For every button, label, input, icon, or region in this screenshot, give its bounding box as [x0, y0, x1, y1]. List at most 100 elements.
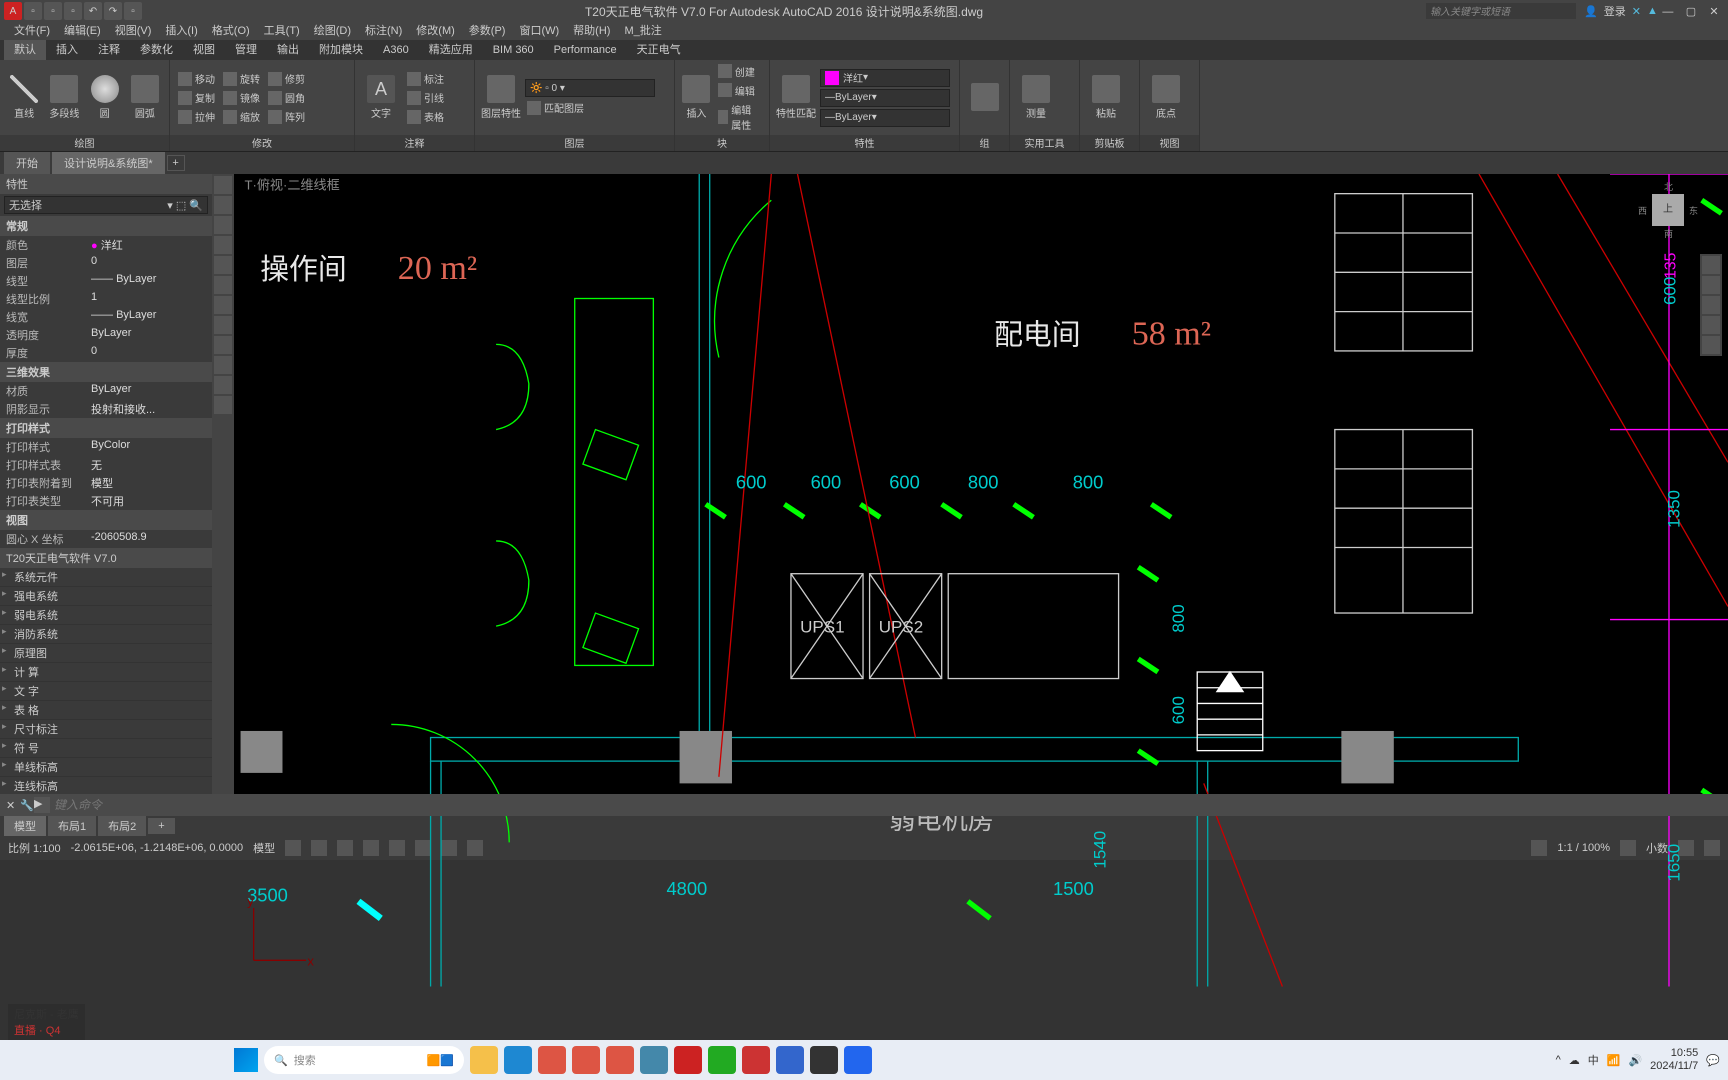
prop-ps[interactable]: ByColor: [91, 439, 206, 455]
prop-cx[interactable]: -2060508.9: [91, 531, 206, 547]
tray-onedrive-icon[interactable]: ☁: [1569, 1054, 1580, 1067]
app-baidu[interactable]: [844, 1046, 872, 1074]
menu-modify[interactable]: 修改(M): [410, 22, 461, 40]
prop-trans[interactable]: ByLayer: [91, 327, 206, 343]
pline-button[interactable]: 多段线: [46, 68, 82, 128]
paste-button[interactable]: 粘贴: [1086, 68, 1126, 128]
nav-orbit-icon[interactable]: [1702, 316, 1720, 334]
app-wps3[interactable]: [606, 1046, 634, 1074]
arc-button[interactable]: 圆弧: [127, 68, 163, 128]
command-line[interactable]: ✕ 🔧 ▶: [0, 794, 1728, 816]
prop-pst[interactable]: 无: [91, 457, 206, 473]
tab-a360[interactable]: A360: [373, 40, 419, 60]
prop-shadow[interactable]: 投射和接收...: [91, 401, 206, 417]
menu-draw[interactable]: 绘图(D): [308, 22, 357, 40]
tree-item[interactable]: 表 格: [0, 701, 212, 720]
prop-layer[interactable]: 0: [91, 255, 206, 271]
tray-volume-icon[interactable]: 🔊: [1628, 1054, 1642, 1067]
qat-save[interactable]: ▫: [64, 2, 82, 20]
tray-clock[interactable]: 10:55 2024/11/7: [1650, 1047, 1698, 1073]
linetype-dropdown[interactable]: — ByLayer ▾: [820, 109, 950, 127]
tray-chevron-icon[interactable]: ^: [1556, 1054, 1561, 1066]
tree-item[interactable]: 尺寸标注: [0, 720, 212, 739]
tray-wifi-icon[interactable]: 📶: [1607, 1054, 1621, 1067]
stretch-button[interactable]: 拉伸: [176, 108, 217, 125]
measure-button[interactable]: 测量: [1016, 68, 1056, 128]
taskbar-search[interactable]: 🔍 搜索 🟧🟦: [264, 1046, 464, 1074]
tab-start[interactable]: 开始: [4, 152, 50, 174]
tab-layout1[interactable]: 布局1: [48, 816, 96, 836]
tab-model[interactable]: 模型: [4, 816, 46, 836]
circle-button[interactable]: 圆: [87, 68, 123, 128]
prop-pty[interactable]: 不可用: [91, 493, 206, 509]
move-button[interactable]: 移动: [176, 70, 217, 87]
tool-icon[interactable]: [214, 296, 232, 314]
exchange-icon[interactable]: ✕: [1632, 5, 1641, 18]
menu-file[interactable]: 文件(F): [8, 22, 56, 40]
prop-color[interactable]: ● 洋红: [91, 237, 206, 253]
menu-help[interactable]: 帮助(H): [567, 22, 616, 40]
a360-icon[interactable]: ▲: [1647, 5, 1658, 17]
start-button[interactable]: [234, 1048, 258, 1072]
tool-icon[interactable]: [214, 316, 232, 334]
table-button[interactable]: 表格: [405, 108, 446, 125]
cmd-input[interactable]: [54, 798, 1722, 812]
menu-edit[interactable]: 编辑(E): [58, 22, 107, 40]
menu-mark[interactable]: M_批注: [618, 22, 667, 40]
line-button[interactable]: 直线: [6, 68, 42, 128]
tab-output[interactable]: 输出: [267, 40, 309, 60]
minimize-button[interactable]: —: [1658, 6, 1678, 18]
layer-dropdown[interactable]: 🔆 ▫ 0 ▾: [525, 79, 655, 97]
tree-item[interactable]: 强电系统: [0, 587, 212, 606]
tab-annotate[interactable]: 注释: [88, 40, 130, 60]
menu-dim[interactable]: 标注(N): [359, 22, 408, 40]
base-view-button[interactable]: 底点: [1146, 68, 1186, 128]
text-button[interactable]: A文字: [361, 68, 401, 128]
tool-icon[interactable]: [214, 256, 232, 274]
selection-dropdown[interactable]: 无选择▾ ⬚ 🔍: [4, 196, 208, 214]
tree-item[interactable]: 符 号: [0, 739, 212, 758]
app-red[interactable]: [742, 1046, 770, 1074]
tool-icon[interactable]: [214, 336, 232, 354]
qat-print[interactable]: ▫: [124, 2, 142, 20]
tool-icon[interactable]: [214, 236, 232, 254]
qat-new[interactable]: ▫: [24, 2, 42, 20]
app-explorer[interactable]: [470, 1046, 498, 1074]
command-tree[interactable]: 系统元件强电系统弱电系统消防系统原理图计 算文 字表 格尺寸标注符 号单线标高连…: [0, 568, 212, 794]
layer-props-button[interactable]: 图层特性: [481, 68, 521, 128]
menu-tools[interactable]: 工具(T): [258, 22, 306, 40]
tab-param[interactable]: 参数化: [130, 40, 183, 60]
menu-insert[interactable]: 插入(I): [159, 22, 203, 40]
tab-featured[interactable]: 精选应用: [419, 40, 483, 60]
app-wechat[interactable]: [708, 1046, 736, 1074]
array-button[interactable]: 阵列: [266, 108, 307, 125]
tab-manage[interactable]: 管理: [225, 40, 267, 60]
tab-view[interactable]: 视图: [183, 40, 225, 60]
qat-undo[interactable]: ↶: [84, 2, 102, 20]
infocenter-icon[interactable]: 👤: [1584, 5, 1598, 18]
prop-psa[interactable]: 模型: [91, 475, 206, 491]
app-wps2[interactable]: [572, 1046, 600, 1074]
match-props-button[interactable]: 特性匹配: [776, 68, 816, 128]
tree-item[interactable]: 文 字: [0, 682, 212, 701]
tool-icon[interactable]: [214, 396, 232, 414]
tree-item[interactable]: 系统元件: [0, 568, 212, 587]
tree-item[interactable]: 弱电系统: [0, 606, 212, 625]
tab-bim360[interactable]: BIM 360: [483, 40, 544, 60]
tab-tangent[interactable]: 天正电气: [627, 40, 691, 60]
nav-zoom-icon[interactable]: [1702, 296, 1720, 314]
qat-redo[interactable]: ↷: [104, 2, 122, 20]
tree-item[interactable]: 连线标高: [0, 777, 212, 794]
tool-icon[interactable]: [214, 356, 232, 374]
insert-block-button[interactable]: 插入: [681, 68, 712, 128]
viewcube[interactable]: 北 南 东 西 上: [1638, 180, 1698, 240]
edit-attr[interactable]: 编辑属性: [716, 101, 763, 133]
tab-default[interactable]: 默认: [4, 40, 46, 60]
dim-button[interactable]: 标注: [405, 70, 446, 87]
tool-icon[interactable]: [214, 376, 232, 394]
fillet-button[interactable]: 圆角: [266, 89, 307, 106]
tree-item[interactable]: 计 算: [0, 663, 212, 682]
tray-notif-icon[interactable]: 💬: [1706, 1054, 1720, 1067]
menu-param[interactable]: 参数(P): [463, 22, 512, 40]
layer-match-button[interactable]: 匹配图层: [525, 99, 586, 116]
